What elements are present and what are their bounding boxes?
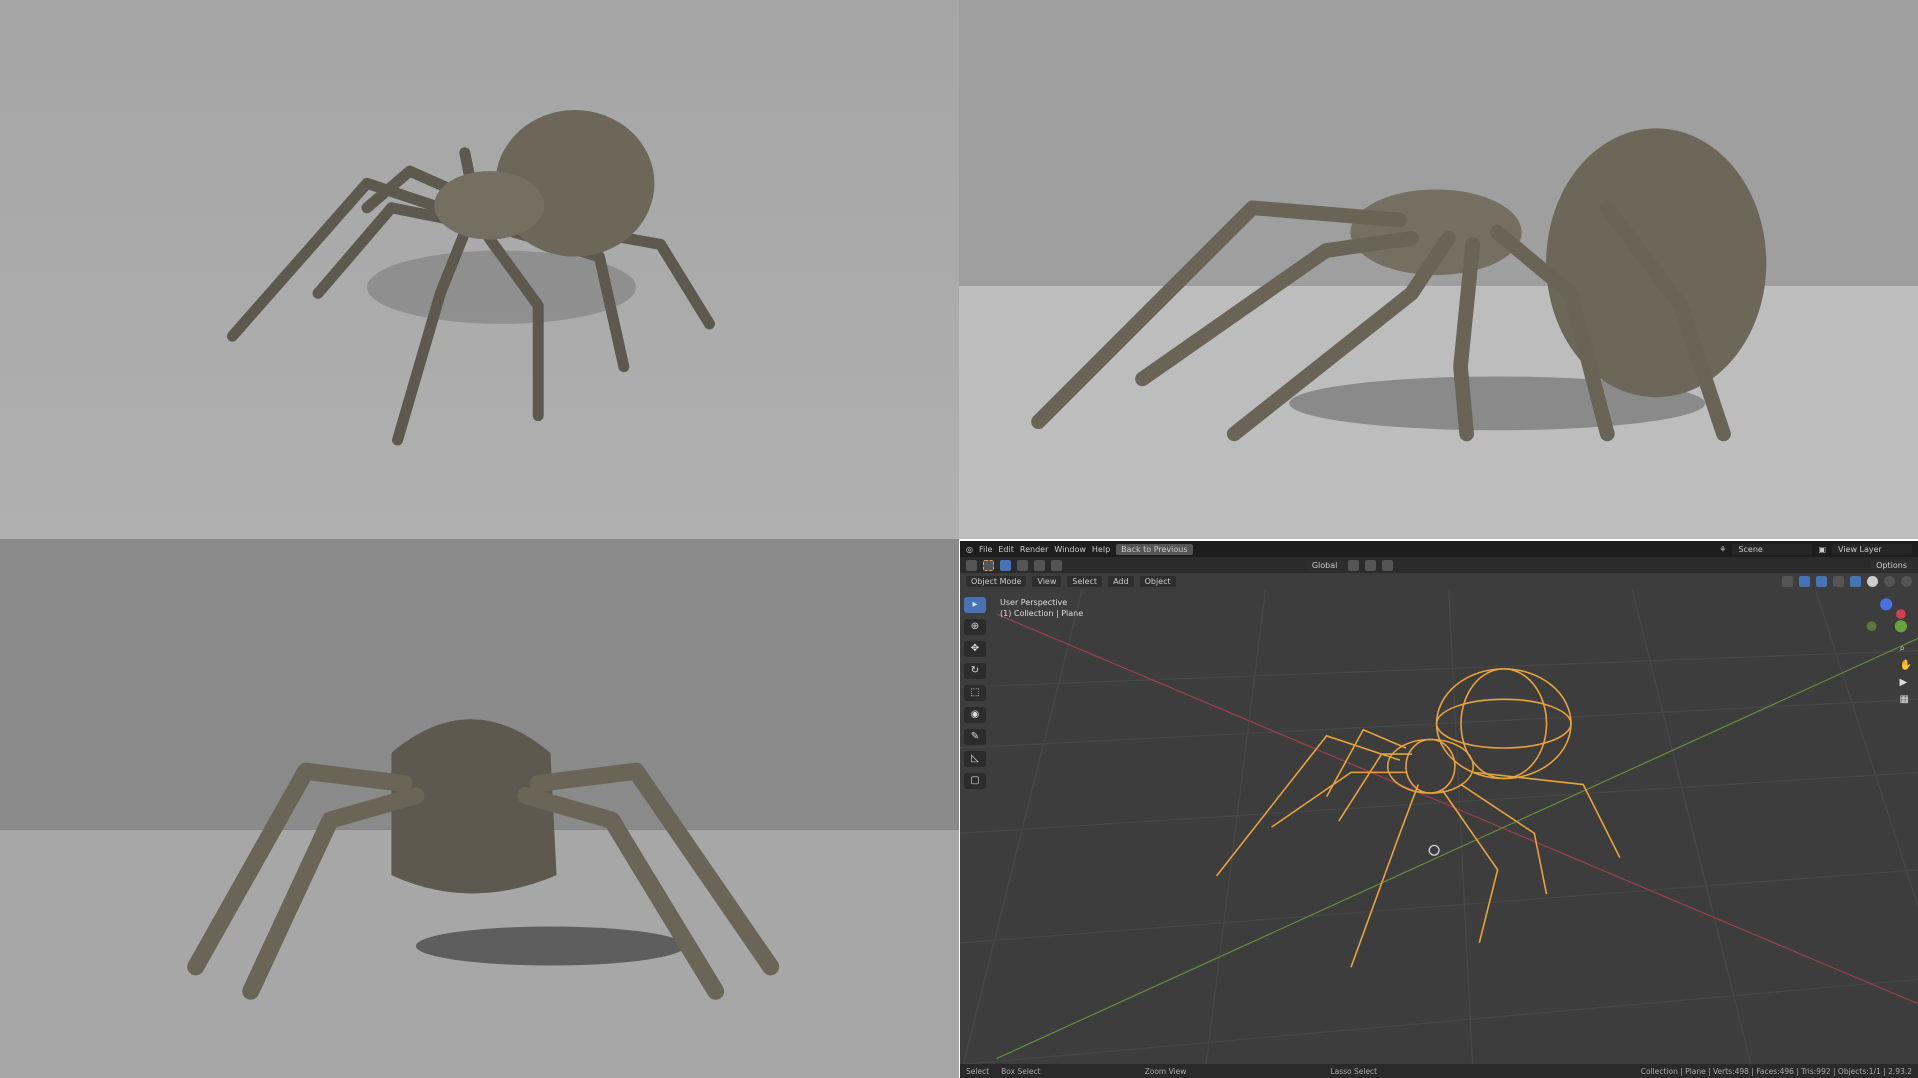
spider-render-1 xyxy=(0,0,959,539)
transform-tool[interactable]: ◉ xyxy=(964,707,986,723)
menu-window[interactable]: Window xyxy=(1054,545,1086,554)
menu-select[interactable]: Select xyxy=(1067,575,1103,587)
render-view-side xyxy=(959,0,1918,539)
options-dropdown[interactable]: Options xyxy=(1871,559,1912,571)
status-zoom-view: Zoom View xyxy=(1144,1066,1187,1076)
visibility-icon[interactable] xyxy=(1782,575,1793,587)
status-box-select: Box Select xyxy=(1001,1066,1041,1076)
blender-logo-icon[interactable]: ◎ xyxy=(966,545,973,554)
spider-render-3 xyxy=(0,539,959,1078)
viewport-header: Object Mode View Select Add Object xyxy=(960,573,1918,589)
view-layer-field[interactable]: View Layer xyxy=(1832,543,1912,555)
status-lasso-select: Lasso Select xyxy=(1330,1066,1378,1076)
select-tool-icon[interactable] xyxy=(983,559,994,571)
scene-icon[interactable]: ⚘ xyxy=(1719,545,1726,554)
select-mode-invert-icon[interactable] xyxy=(1051,559,1062,571)
scene-field[interactable]: Scene xyxy=(1732,543,1813,555)
zoom-icon[interactable]: ⌕ xyxy=(1900,643,1912,654)
render-view-top-perspective xyxy=(0,0,959,539)
select-mode-extend-icon[interactable] xyxy=(1017,559,1028,571)
rotate-tool[interactable]: ↻ xyxy=(964,663,986,679)
shading-solid-icon[interactable] xyxy=(1867,575,1878,587)
select-mode-new-icon[interactable] xyxy=(1000,559,1011,571)
viewport-title: User Perspective xyxy=(1000,598,1068,607)
menu-file[interactable]: File xyxy=(979,545,992,554)
camera-icon[interactable]: ▶ xyxy=(1900,677,1912,688)
gizmo-icon[interactable] xyxy=(1799,575,1810,587)
blender-window: ◎ File Edit Render Window Help Back to P… xyxy=(959,539,1918,1078)
proportional-edit-icon[interactable] xyxy=(1382,559,1394,571)
grid-icon[interactable]: ▦ xyxy=(1900,694,1912,705)
render-view-front xyxy=(0,539,959,1078)
annotate-tool[interactable]: ✎ xyxy=(964,729,986,745)
menu-edit[interactable]: Edit xyxy=(998,545,1014,554)
transform-icon[interactable] xyxy=(966,559,977,571)
status-select: Select xyxy=(966,1066,990,1076)
shading-wireframe-icon[interactable] xyxy=(1850,575,1861,587)
scale-tool[interactable]: ⬚ xyxy=(964,685,986,701)
tool-settings-bar: Global Options xyxy=(960,557,1918,573)
viewport-info: User Perspective (1) Collection | Plane xyxy=(1000,597,1083,619)
top-bar: ◎ File Edit Render Window Help Back to P… xyxy=(960,541,1918,557)
navigation-buttons: ⌕ ✋ ▶ ▦ xyxy=(1900,643,1912,705)
menu-help[interactable]: Help xyxy=(1092,545,1110,554)
back-to-previous-button[interactable]: Back to Previous xyxy=(1116,543,1193,555)
status-bar: Select Box Select Zoom View Lasso Select… xyxy=(960,1064,1918,1078)
measure-tool[interactable]: ◺ xyxy=(964,751,986,767)
3d-viewport[interactable] xyxy=(960,541,1918,1078)
view-layer-icon[interactable]: ▣ xyxy=(1818,545,1826,554)
xray-icon[interactable] xyxy=(1833,575,1844,587)
menu-render[interactable]: Render xyxy=(1020,545,1048,554)
overlay-icon[interactable] xyxy=(1816,575,1827,587)
toolbar: ▸ ⊕ ✥ ↻ ⬚ ◉ ✎ ◺ ▢ xyxy=(964,597,986,789)
shading-rendered-icon[interactable] xyxy=(1901,575,1912,587)
menu-view[interactable]: View xyxy=(1032,575,1062,587)
mode-dropdown[interactable]: Object Mode xyxy=(966,575,1027,587)
cursor-tool[interactable]: ⊕ xyxy=(964,619,986,635)
snap-icon[interactable] xyxy=(1365,559,1377,571)
select-box-tool[interactable]: ▸ xyxy=(964,597,986,613)
shading-material-icon[interactable] xyxy=(1884,575,1895,587)
move-tool[interactable]: ✥ xyxy=(964,641,986,657)
add-cube-tool[interactable]: ▢ xyxy=(964,773,986,789)
select-mode-subtract-icon[interactable] xyxy=(1034,559,1045,571)
pan-hand-icon[interactable]: ✋ xyxy=(1900,660,1912,671)
pivot-icon[interactable] xyxy=(1348,559,1360,571)
menu-object[interactable]: Object xyxy=(1139,575,1176,587)
spider-render-2 xyxy=(959,0,1918,539)
status-stats: Collection | Plane | Verts:498 | Faces:4… xyxy=(1640,1066,1912,1076)
viewport-collection: (1) Collection | Plane xyxy=(1000,609,1084,618)
transform-orientation-dropdown[interactable]: Global xyxy=(1306,559,1343,571)
menu-add[interactable]: Add xyxy=(1108,575,1134,587)
